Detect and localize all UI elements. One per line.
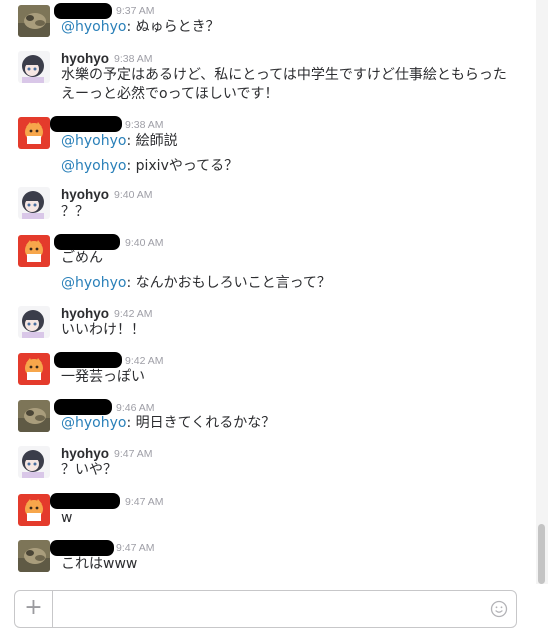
user-mention-link[interactable]: @hyohyo: [61, 133, 126, 149]
message-text: w: [61, 510, 73, 526]
message-text: ？いや？: [61, 462, 117, 478]
message-text: @hyohyo: なんかおもしろいこと言って？: [61, 275, 331, 291]
redacted-username: [50, 116, 122, 132]
timestamp[interactable]: 9:42 AM: [125, 355, 164, 367]
author-name[interactable]: hyohyo: [61, 446, 109, 461]
user-mention-link[interactable]: @hyohyo: [61, 415, 126, 431]
cat-photo-avatar[interactable]: [18, 540, 50, 572]
anime-girl-avatar[interactable]: [18, 187, 50, 219]
message-text: @hyohyo: 明日きてくれるかな？: [61, 415, 276, 431]
smiley-icon[interactable]: [490, 600, 508, 618]
orange-character-avatar[interactable]: [18, 494, 50, 526]
user-mention-link[interactable]: @hyohyo: [61, 158, 126, 174]
anime-girl-avatar[interactable]: [18, 306, 50, 338]
orange-character-avatar[interactable]: [18, 235, 50, 267]
author-name[interactable]: hyohyo: [61, 306, 109, 321]
redacted-username: [54, 352, 122, 368]
user-mention-link[interactable]: @hyohyo: [61, 275, 126, 291]
anime-girl-avatar[interactable]: [18, 446, 50, 478]
redacted-username: [50, 493, 120, 509]
cat-photo-avatar[interactable]: [18, 400, 50, 432]
scrollbar[interactable]: [536, 0, 548, 584]
message-text: 一発芸っぽい: [61, 369, 145, 385]
user-mention-link[interactable]: @hyohyo: [61, 19, 126, 35]
redacted-username: [50, 540, 114, 556]
redacted-username: [54, 234, 120, 250]
message-feed: 9:37 AM @hyohyo: ぬゅらとき？ hyohyo 9:38 AM 水…: [0, 0, 536, 584]
anime-girl-avatar[interactable]: [18, 51, 50, 83]
scrollbar-thumb[interactable]: [538, 524, 545, 584]
message-text: ？？: [61, 204, 89, 220]
message-text: @hyohyo: ぬゅらとき？: [61, 19, 220, 35]
message-input[interactable]: [55, 593, 485, 625]
timestamp[interactable]: 9:40 AM: [114, 189, 153, 201]
timestamp[interactable]: 9:42 AM: [114, 308, 153, 320]
message-composer: +: [14, 590, 517, 628]
timestamp[interactable]: 9:38 AM: [125, 119, 164, 131]
timestamp[interactable]: 9:37 AM: [116, 5, 155, 17]
cat-photo-avatar[interactable]: [18, 5, 50, 37]
timestamp[interactable]: 9:40 AM: [125, 237, 164, 249]
attach-file-button[interactable]: +: [15, 591, 53, 627]
orange-character-avatar[interactable]: [18, 353, 50, 385]
timestamp[interactable]: 9:47 AM: [116, 542, 155, 554]
redacted-username: [54, 3, 112, 19]
message-text: これはwww: [61, 556, 138, 572]
orange-character-avatar[interactable]: [18, 117, 50, 149]
message-text: 水樂の予定はあるけど、私にとっては中学生ですけど仕事絵ともらったえーっと必然でo…: [61, 67, 507, 102]
author-name[interactable]: hyohyo: [61, 187, 109, 202]
timestamp[interactable]: 9:46 AM: [116, 402, 155, 414]
message-text: ごめん: [61, 250, 103, 266]
author-name[interactable]: hyohyo: [61, 51, 109, 66]
redacted-username: [54, 399, 112, 415]
timestamp[interactable]: 9:38 AM: [114, 53, 153, 65]
message-text: いいわけ！！: [61, 322, 145, 338]
timestamp[interactable]: 9:47 AM: [125, 496, 164, 508]
timestamp[interactable]: 9:47 AM: [114, 448, 153, 460]
message-text: @hyohyo: 絵師説: [61, 133, 178, 149]
message-text: @hyohyo: pixivやってる？: [61, 158, 239, 174]
